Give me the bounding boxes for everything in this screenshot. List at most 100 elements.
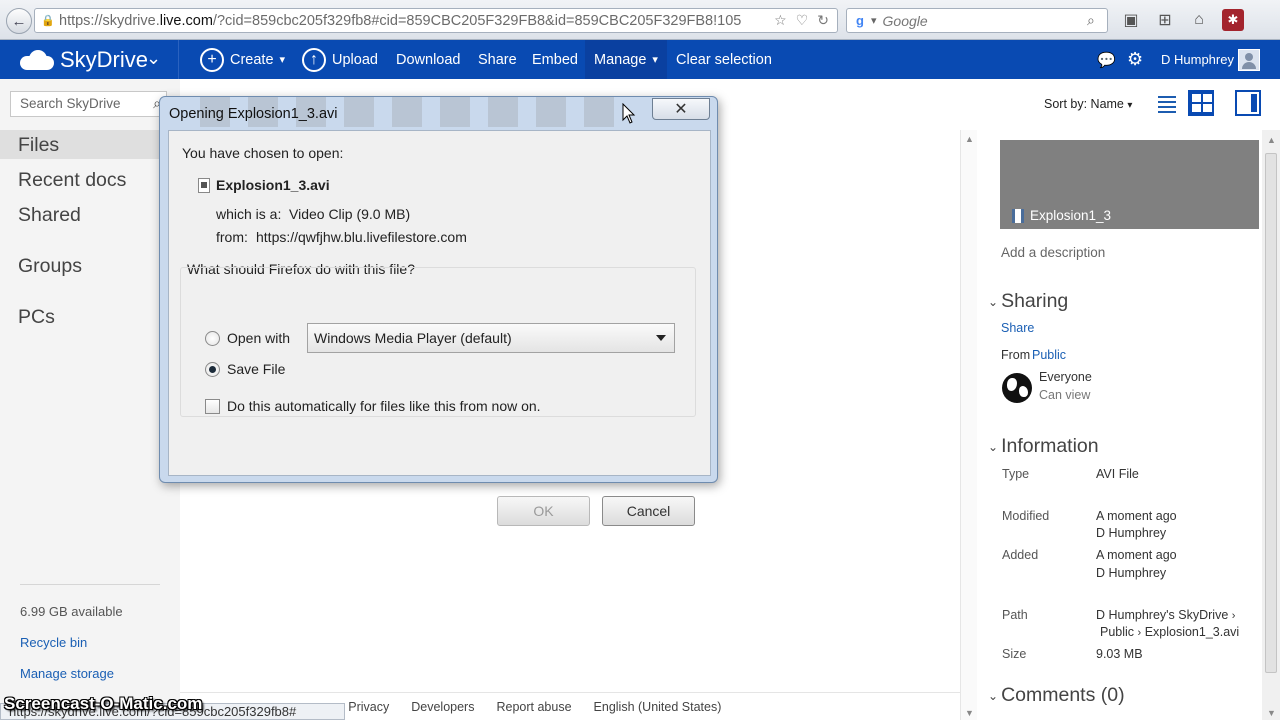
path-folder[interactable]: Public › Explosion1_3.avi [1100, 625, 1239, 639]
file-name: Explosion1_3.avi [216, 177, 330, 193]
language-link[interactable]: English (United States) [594, 700, 722, 714]
added-by: D Humphrey [1096, 566, 1167, 580]
manage-menu-button[interactable]: Manage ▾ [585, 40, 667, 79]
details-pane-icon[interactable] [1235, 90, 1261, 116]
lock-icon: 🔒 [41, 15, 55, 27]
bookmark-star-icon[interactable]: ☆ [774, 12, 787, 29]
web-search-placeholder: Google [882, 12, 928, 29]
cancel-button[interactable]: Cancel [602, 496, 695, 526]
download-button[interactable]: Download [396, 40, 461, 79]
scroll-up-icon[interactable]: ▲ [965, 134, 974, 144]
save-file-label[interactable]: Save File [227, 361, 285, 377]
file-source-label: from: [216, 229, 248, 245]
grid-apps-icon[interactable]: ⊞ [1154, 9, 1176, 31]
bookmarks-menu-icon[interactable]: ▣ [1120, 9, 1142, 31]
manage-storage-link[interactable]: Manage storage [20, 666, 114, 681]
google-icon[interactable]: g [851, 11, 869, 30]
developers-link[interactable]: Developers [411, 700, 474, 714]
share-link[interactable]: Share [1001, 321, 1034, 335]
address-bar[interactable]: 🔒 https://skydrive. live.com/?cid=859cbc2… [34, 8, 838, 33]
size-value: 9.03 MB [1096, 647, 1143, 661]
upload-arrow-icon: ↑ [302, 47, 326, 72]
upload-label: Upload [332, 51, 378, 68]
thumbnail-title: Explosion1_3 [1030, 208, 1112, 223]
skydrive-search-input[interactable]: Search SkyDrive ⌕ [10, 91, 167, 117]
share-button[interactable]: Share [478, 40, 517, 79]
add-description-field[interactable]: Add a description [1001, 245, 1105, 260]
sort-dropdown[interactable]: Sort by: Name ▾ [1044, 97, 1132, 111]
upload-button[interactable]: ↑ Upload [302, 40, 378, 79]
file-source-value: https://qwfjhw.blu.livefilestore.com [256, 229, 467, 245]
can-view-label[interactable]: Can view [1039, 388, 1090, 402]
settings-gear-icon[interactable]: ⚙ [1127, 40, 1143, 79]
scrollbar-thumb[interactable] [1265, 153, 1277, 673]
home-icon[interactable]: ⌂ [1188, 9, 1210, 31]
scroll-up-icon[interactable]: ▲ [1267, 135, 1276, 145]
footer-links: s Privacy Developers Report abuse Englis… [320, 700, 721, 714]
create-button[interactable]: + Create ▾ [200, 40, 285, 79]
feedback-icon[interactable]: 💬 [1097, 40, 1116, 79]
recycle-bin-link[interactable]: Recycle bin [20, 635, 87, 650]
scroll-down-icon[interactable]: ▼ [965, 708, 974, 718]
report-abuse-link[interactable]: Report abuse [496, 700, 571, 714]
avatar[interactable] [1238, 49, 1260, 71]
nav-item-pcs[interactable]: PCs [18, 306, 55, 329]
nav-item-files[interactable]: Files [18, 134, 59, 157]
globe-icon [1002, 373, 1032, 403]
thumbnails-view-icon[interactable] [1188, 90, 1214, 116]
nav-item-groups[interactable]: Groups [18, 255, 82, 278]
everyone-label: Everyone [1039, 370, 1092, 384]
reload-icon[interactable]: ↻ [817, 12, 829, 29]
type-label: Type [1002, 467, 1030, 481]
auto-action-checkbox[interactable] [205, 399, 220, 414]
footer-divider [180, 692, 960, 693]
information-section-header[interactable]: ⌄ Information [988, 435, 1099, 458]
app-switcher-chevron-icon[interactable]: ⌄ [146, 48, 161, 69]
clear-selection-label: Clear selection [676, 51, 772, 68]
privacy-link[interactable]: Privacy [348, 700, 389, 714]
list-view-icon[interactable] [1154, 90, 1180, 116]
chevron-down-icon: ▾ [279, 54, 286, 66]
user-name[interactable]: D Humphrey [1161, 40, 1234, 79]
addon-icon[interactable]: ✱ [1222, 9, 1244, 31]
from-label: From [1001, 348, 1031, 362]
close-button[interactable]: ✕ [652, 98, 710, 120]
search-icon[interactable]: ⌕ [1087, 12, 1107, 29]
mouse-cursor-icon [622, 103, 636, 124]
ok-button[interactable]: OK [497, 496, 590, 526]
watermark: Screencast-O-Matic.com [4, 694, 203, 713]
path-root[interactable]: D Humphrey's SkyDrive › [1096, 608, 1235, 622]
file-thumbnail[interactable]: Explosion1_3 [1000, 140, 1259, 229]
comments-section-header[interactable]: ⌄ Comments (0) [988, 684, 1125, 707]
engine-dropdown-icon[interactable]: ▾ [871, 14, 877, 27]
feed-icon[interactable]: ♡ [796, 12, 809, 29]
web-search-bar[interactable]: g ▾ Google ⌕ [846, 8, 1108, 33]
skydrive-logo[interactable]: SkyDrive [20, 47, 148, 73]
modified-label: Modified [1002, 509, 1050, 523]
scroll-down-icon[interactable]: ▼ [1267, 708, 1276, 718]
details-scrollbar[interactable]: ▲ ▼ [1262, 130, 1280, 720]
clear-selection-button[interactable]: Clear selection [676, 40, 772, 79]
open-with-label[interactable]: Open with [227, 330, 290, 346]
storage-available: 6.99 GB available [20, 604, 123, 619]
open-with-select[interactable]: Windows Media Player (default) [307, 323, 675, 353]
added-value: A moment ago [1096, 548, 1177, 562]
auto-action-label[interactable]: Do this automatically for files like thi… [227, 398, 541, 414]
embed-button[interactable]: Embed [532, 40, 578, 79]
nav-divider [20, 584, 160, 585]
nav-item-shared[interactable]: Shared [18, 204, 81, 227]
open-with-radio[interactable] [205, 331, 220, 346]
avi-file-icon [198, 178, 210, 193]
back-button[interactable]: ← [6, 8, 32, 34]
dropdown-arrow-icon [656, 335, 666, 341]
file-list-scrollbar[interactable]: ▲ ▼ [960, 130, 977, 720]
from-public-link[interactable]: Public [1032, 348, 1066, 362]
chevron-right-icon: › [1231, 610, 1236, 622]
nav-item-recent-docs[interactable]: Recent docs [18, 169, 126, 192]
comments-title: Comments (0) [1001, 684, 1125, 706]
sharing-section-header[interactable]: ⌄ Sharing [988, 290, 1068, 313]
browser-toolbar: ← 🔒 https://skydrive. live.com/?cid=859cb… [0, 0, 1280, 40]
chevron-down-icon: ⌄ [988, 294, 999, 309]
embed-label: Embed [532, 51, 578, 68]
save-file-radio[interactable] [205, 362, 220, 377]
